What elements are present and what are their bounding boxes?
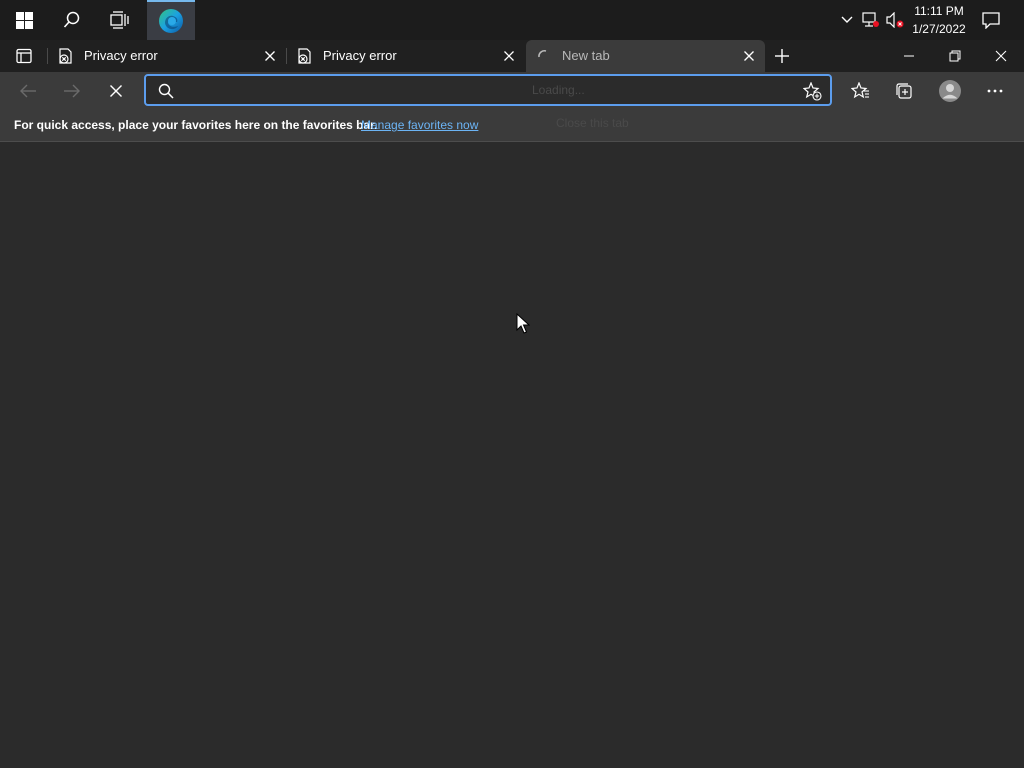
restore-button[interactable]	[932, 40, 978, 72]
close-icon	[995, 50, 1007, 62]
tab-title: Privacy error	[323, 48, 397, 63]
tab-actions-button[interactable]	[8, 40, 40, 72]
tab-privacy-error-1[interactable]: Privacy error	[48, 40, 286, 72]
add-favorite-icon[interactable]	[803, 82, 822, 101]
tab-new-tab[interactable]: New tab	[526, 40, 765, 72]
avatar-icon	[939, 80, 961, 102]
taskbar: 11:11 PM 1/27/2022	[0, 0, 1024, 40]
tab-title: Privacy error	[84, 48, 158, 63]
taskbar-clock[interactable]: 11:11 PM 1/27/2022	[905, 0, 973, 40]
tab-close-button[interactable]	[741, 48, 757, 67]
clock-date: 1/27/2022	[912, 22, 966, 36]
settings-more-button[interactable]	[979, 75, 1011, 107]
back-arrow-icon	[20, 84, 36, 98]
volume-muted-icon	[886, 12, 904, 28]
new-tab-button[interactable]	[766, 40, 798, 72]
stop-loading-button[interactable]	[100, 75, 132, 107]
network-icon	[862, 12, 879, 27]
chevron-up-icon	[841, 16, 853, 23]
page-content[interactable]	[0, 142, 1024, 768]
stop-icon	[110, 85, 122, 97]
tab-privacy-error-2[interactable]: Privacy error	[287, 40, 525, 72]
navigation-toolbar: Loading...	[0, 72, 1024, 110]
network-tray-button[interactable]	[860, 0, 882, 40]
volume-tray-button[interactable]	[884, 0, 906, 40]
tab-strip: Privacy error Privacy error New tab	[0, 40, 1024, 72]
clock-time: 11:11 PM	[914, 4, 964, 18]
task-view-icon	[110, 11, 129, 29]
address-input[interactable]	[180, 76, 784, 106]
loading-spinner-icon	[536, 48, 552, 67]
taskbar-search-button[interactable]	[48, 0, 96, 40]
minimize-icon	[904, 55, 914, 57]
task-view-button[interactable]	[96, 0, 144, 40]
more-icon	[987, 89, 1003, 93]
collections-icon	[896, 83, 912, 99]
manage-favorites-link[interactable]: Manage favorites now	[361, 118, 478, 132]
tab-close-button[interactable]	[501, 48, 517, 67]
privacy-error-icon	[58, 48, 74, 67]
tab-actions-icon	[16, 48, 32, 64]
forward-arrow-icon	[64, 84, 80, 98]
favorites-bar: For quick access, place your favorites h…	[0, 110, 1024, 142]
mouse-cursor-icon	[516, 313, 530, 334]
minimize-button[interactable]	[886, 40, 932, 72]
close-icon	[265, 51, 275, 61]
favorites-button[interactable]	[844, 75, 876, 107]
favorites-icon	[850, 82, 869, 99]
edge-icon	[159, 9, 183, 33]
notification-icon	[982, 11, 1000, 29]
start-button[interactable]	[0, 0, 48, 40]
taskbar-edge-button[interactable]	[147, 0, 195, 40]
forward-button[interactable]	[56, 75, 88, 107]
favorites-bar-message: For quick access, place your favorites h…	[14, 118, 378, 132]
restore-icon	[949, 50, 961, 62]
tab-title: New tab	[562, 48, 610, 63]
search-icon	[158, 83, 174, 99]
address-bar[interactable]: Loading...	[144, 74, 832, 106]
close-icon	[504, 51, 514, 61]
tray-overflow-button[interactable]	[838, 0, 856, 40]
collections-button[interactable]	[888, 75, 920, 107]
notifications-button[interactable]	[978, 0, 1004, 40]
tab-close-button[interactable]	[262, 48, 278, 67]
back-button[interactable]	[12, 75, 44, 107]
ghost-loading-text: Loading...	[532, 83, 585, 97]
close-icon	[744, 51, 754, 61]
privacy-error-icon	[297, 48, 313, 67]
plus-icon	[775, 49, 789, 63]
close-window-button[interactable]	[978, 40, 1024, 72]
windows-logo-icon	[15, 11, 33, 29]
ghost-close-tab-text: Close this tab	[556, 116, 629, 130]
profile-button[interactable]	[934, 75, 966, 107]
search-icon	[63, 11, 80, 28]
